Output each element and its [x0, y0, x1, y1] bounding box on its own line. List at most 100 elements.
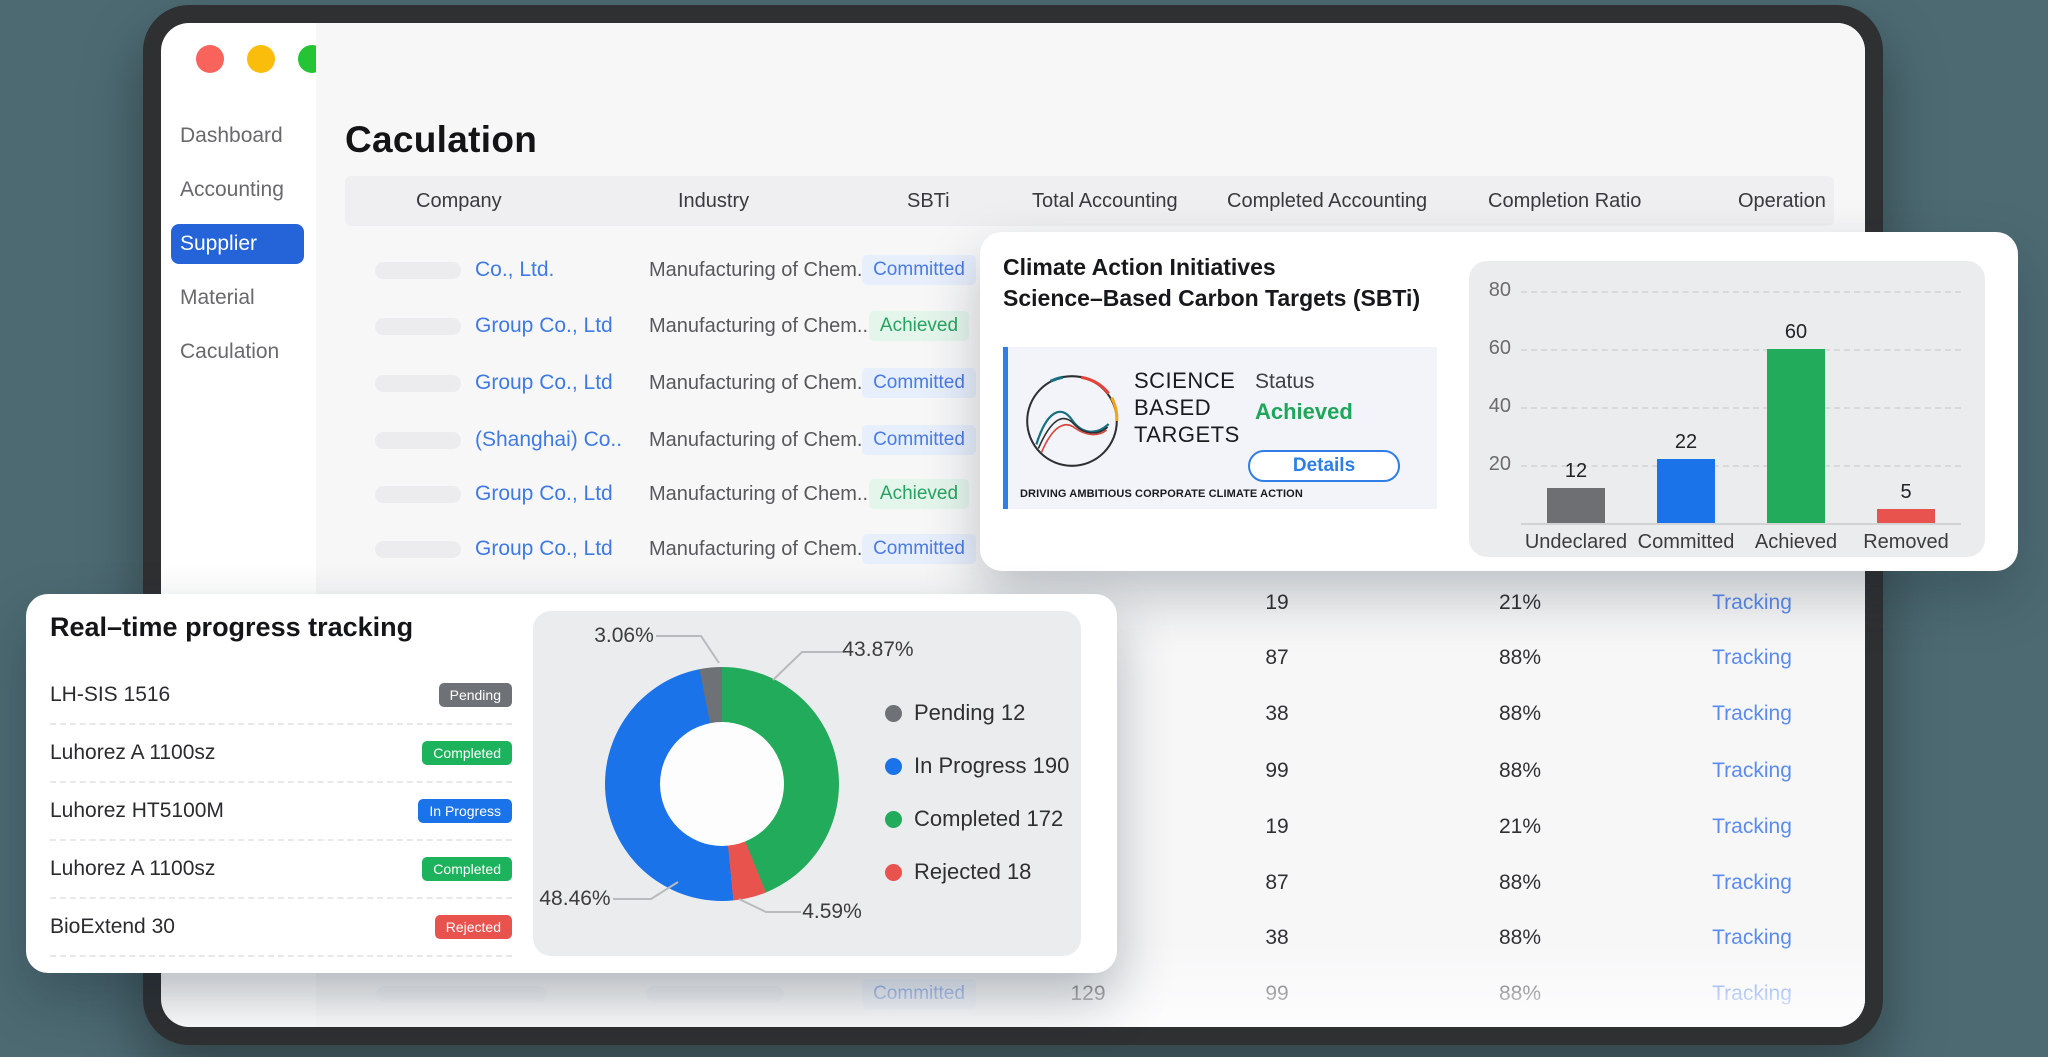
sbti-status-cell: Committed: [866, 414, 972, 466]
company-placeholder: [376, 986, 547, 1003]
minimize-window-button[interactable]: [247, 45, 275, 73]
x-axis-label-removed: Removed: [1851, 531, 1961, 554]
company-logo-placeholder: [375, 486, 461, 503]
sbti-logo-panel: SCIENCE BASED TARGETS DRIVING AMBITIOUS …: [1003, 347, 1437, 509]
progress-list-item: Luhorez HT5100MIn Progress: [50, 783, 512, 841]
column-header-total-accounting: Total Accounting: [1032, 176, 1178, 226]
sidebar-item-supplier[interactable]: Supplier: [171, 224, 304, 264]
tracking-link[interactable]: Tracking: [1712, 926, 1792, 950]
sidebar-item-caculation[interactable]: Caculation: [161, 325, 304, 379]
bar-committed: [1657, 459, 1715, 523]
bar-slot-achieved: 60: [1741, 321, 1851, 523]
details-button[interactable]: Details: [1248, 450, 1400, 482]
column-header-company: Company: [416, 176, 502, 226]
sbti-detail-card: Climate Action Initiatives Science–Based…: [980, 232, 2018, 571]
bar-value-label: 5: [1900, 481, 1911, 504]
column-header-completion-ratio: Completion Ratio: [1488, 176, 1641, 226]
sbti-status-badge: Achieved: [869, 311, 969, 341]
progress-status-chip: Pending: [439, 683, 512, 707]
completed-accounting-cell: 87: [1227, 857, 1327, 909]
company-cell: Co., Ltd.: [375, 244, 554, 296]
operation-cell: Tracking: [1702, 577, 1802, 629]
industry-cell: [646, 968, 784, 1020]
donut-pct-rejected: 4.59%: [802, 900, 862, 924]
sbti-status-badge: Committed: [862, 425, 976, 455]
progress-status-chip: Completed: [422, 857, 512, 881]
progress-donut-chart: 3.06%48.46%43.87%4.59% Pending 12In Prog…: [533, 611, 1081, 956]
industry-cell: Manufacturing of Chem...: [649, 357, 874, 409]
company-logo-placeholder: [375, 375, 461, 392]
column-header-industry: Industry: [678, 176, 749, 226]
completion-ratio-cell: 88%: [1470, 632, 1570, 684]
column-header-sbti: SBTi: [907, 176, 950, 226]
progress-card-title: Real–time progress tracking: [50, 612, 413, 643]
sbti-status-cell: Committed: [866, 968, 972, 1020]
operation-cell: Tracking: [1702, 912, 1802, 964]
product-name: Luhorez A 1100sz: [50, 857, 215, 881]
bar-value-label: 60: [1785, 321, 1807, 344]
x-axis-labels: UndeclaredCommittedAchievedRemoved: [1521, 531, 1961, 554]
company-link[interactable]: (Shanghai) Co..: [475, 428, 622, 452]
tracking-link[interactable]: Tracking: [1712, 646, 1792, 670]
progress-list-item: Luhorez A 1100szCompleted: [50, 725, 512, 783]
sbti-status-cell: Achieved: [866, 300, 972, 352]
page-title: Caculation: [345, 119, 537, 161]
company-link[interactable]: Co., Ltd.: [475, 258, 554, 282]
company-logo-placeholder: [375, 541, 461, 558]
tracking-link[interactable]: Tracking: [1712, 871, 1792, 895]
table-header: Company Industry SBTi Total Accounting Compl…: [345, 176, 1834, 226]
product-name: LH-SIS 1516: [50, 683, 170, 707]
sidebar-item-material[interactable]: Material: [161, 271, 304, 325]
bar-slot-undeclared: 12: [1521, 460, 1631, 523]
progress-status-chip: Rejected: [435, 915, 512, 939]
bar-value-label: 22: [1675, 431, 1697, 454]
sbti-status-badge: Committed: [862, 979, 976, 1009]
bar-slot-committed: 22: [1631, 431, 1741, 523]
progress-list: LH-SIS 1516PendingLuhorez A 1100szComple…: [50, 667, 512, 957]
company-link[interactable]: Group Co., Ltd: [475, 314, 613, 338]
completed-accounting-cell: 38: [1227, 912, 1327, 964]
tracking-link[interactable]: Tracking: [1712, 591, 1792, 615]
sbti-status-badge: Committed: [862, 368, 976, 398]
tracking-link[interactable]: Tracking: [1712, 702, 1792, 726]
tracking-link[interactable]: Tracking: [1712, 982, 1792, 1006]
operation-cell: Tracking: [1702, 857, 1802, 909]
tracking-link[interactable]: Tracking: [1712, 815, 1792, 839]
sbti-status-value: Achieved: [1255, 399, 1353, 425]
donut-pct-completed: 43.87%: [842, 638, 913, 662]
sbt-logo-caption: DRIVING AMBITIOUS CORPORATE CLIMATE ACTI…: [1020, 488, 1303, 500]
y-axis-tick-40: 40: [1469, 395, 1511, 418]
industry-placeholder: [646, 986, 784, 1003]
operation-cell: Tracking: [1702, 632, 1802, 684]
legend-dot-icon: [885, 811, 902, 828]
legend-label: Pending 12: [914, 700, 1025, 726]
sbti-card-title-line1: Climate Action Initiatives: [1003, 252, 1420, 283]
completion-ratio-cell: 88%: [1470, 688, 1570, 740]
sbti-card-title-line2: Science–Based Carbon Targets (SBTi): [1003, 283, 1420, 314]
bar-value-label: 12: [1565, 460, 1587, 483]
sbti-status-cell: Achieved: [866, 468, 972, 520]
sidebar-item-dashboard[interactable]: Dashboard: [161, 109, 304, 163]
close-window-button[interactable]: [196, 45, 224, 73]
bar-removed: [1877, 509, 1935, 524]
legend-item-pending: Pending 12: [885, 698, 1025, 728]
total-accounting-cell: 129: [1038, 968, 1138, 1020]
legend-label: In Progress 190: [914, 753, 1069, 779]
company-link[interactable]: Group Co., Ltd: [475, 537, 613, 561]
company-cell: Group Co., Ltd: [375, 523, 613, 575]
operation-cell: Tracking: [1702, 801, 1802, 853]
company-cell: (Shanghai) Co..: [375, 414, 622, 466]
completion-ratio-cell: 88%: [1470, 912, 1570, 964]
sbti-status-badge: Committed: [862, 534, 976, 564]
completed-accounting-cell: 87: [1227, 632, 1327, 684]
donut-hole: [660, 722, 784, 846]
sidebar-item-accounting[interactable]: Accounting: [161, 163, 304, 217]
donut-pct-in-progress: 48.46%: [539, 887, 610, 911]
company-link[interactable]: Group Co., Ltd: [475, 482, 613, 506]
sbti-card-title: Climate Action Initiatives Science–Based…: [1003, 252, 1420, 314]
tracking-link[interactable]: Tracking: [1712, 759, 1792, 783]
company-link[interactable]: Group Co., Ltd: [475, 371, 613, 395]
sidebar: DashboardAccounting Supplier MaterialCacul…: [161, 109, 316, 379]
sbti-status-cell: Committed: [866, 244, 972, 296]
completed-accounting-cell: 38: [1227, 688, 1327, 740]
